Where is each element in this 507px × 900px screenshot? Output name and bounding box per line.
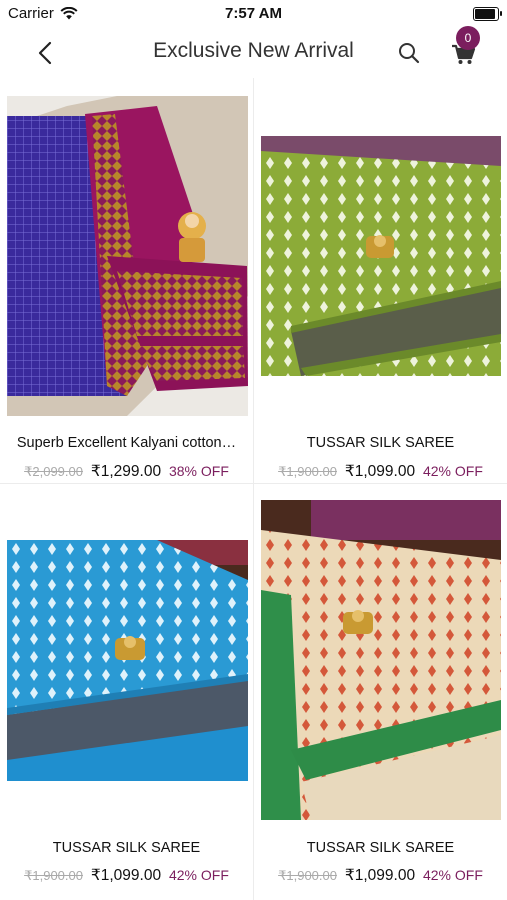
status-time: 7:57 AM — [225, 5, 282, 22]
original-price: ₹2,099.00 — [24, 464, 83, 479]
original-price: ₹1,900.00 — [278, 868, 337, 883]
sale-price: ₹1,099.00 — [344, 867, 416, 884]
cart-count-badge: 0 — [456, 26, 480, 50]
sale-price: ₹1,299.00 — [90, 463, 162, 480]
status-bar: Carrier 7:57 AM — [0, 0, 507, 28]
product-name: TUSSAR SILK SAREE — [52, 840, 201, 856]
product-name: TUSSAR SILK SAREE — [306, 435, 455, 451]
discount-label: 42% OFF — [422, 867, 483, 883]
product-image — [7, 96, 248, 416]
sale-price: ₹1,099.00 — [344, 463, 416, 480]
price-line: ₹1,900.00 ₹1,099.00 42% OFF — [254, 866, 507, 885]
discount-label: 42% OFF — [168, 867, 229, 883]
discount-label: 38% OFF — [168, 463, 229, 479]
battery-icon — [473, 7, 502, 21]
battery-level — [475, 9, 495, 19]
original-price: ₹1,900.00 — [24, 868, 83, 883]
price-line: ₹1,900.00 ₹1,099.00 42% OFF — [254, 462, 507, 481]
product-grid: Superb Excellent Kalyani cotton… ₹2,099.… — [0, 78, 507, 900]
product-card[interactable]: TUSSAR SILK SAREE ₹1,900.00 ₹1,099.00 42… — [254, 484, 507, 889]
page-title: Exclusive New Arrival — [153, 39, 354, 62]
discount-label: 42% OFF — [422, 463, 483, 479]
product-image — [7, 540, 248, 781]
product-card[interactable]: Superb Excellent Kalyani cotton… ₹2,099.… — [0, 78, 253, 483]
sale-price: ₹1,099.00 — [90, 867, 162, 884]
original-price: ₹1,900.00 — [278, 464, 337, 479]
navigation-bar: Exclusive New Arrival — [0, 28, 507, 78]
product-card[interactable]: TUSSAR SILK SAREE ₹1,900.00 ₹1,099.00 42… — [254, 78, 507, 483]
product-name: Superb Excellent Kalyani cotton… — [16, 435, 237, 451]
search-button[interactable] — [396, 40, 422, 66]
price-line: ₹2,099.00 ₹1,299.00 38% OFF — [0, 462, 253, 481]
product-name: TUSSAR SILK SAREE — [306, 840, 455, 856]
product-image — [261, 500, 501, 820]
product-image — [261, 136, 501, 376]
price-line: ₹1,900.00 ₹1,099.00 42% OFF — [0, 866, 253, 885]
search-icon — [399, 43, 420, 64]
product-card[interactable]: TUSSAR SILK SAREE ₹1,900.00 ₹1,099.00 42… — [0, 484, 253, 889]
